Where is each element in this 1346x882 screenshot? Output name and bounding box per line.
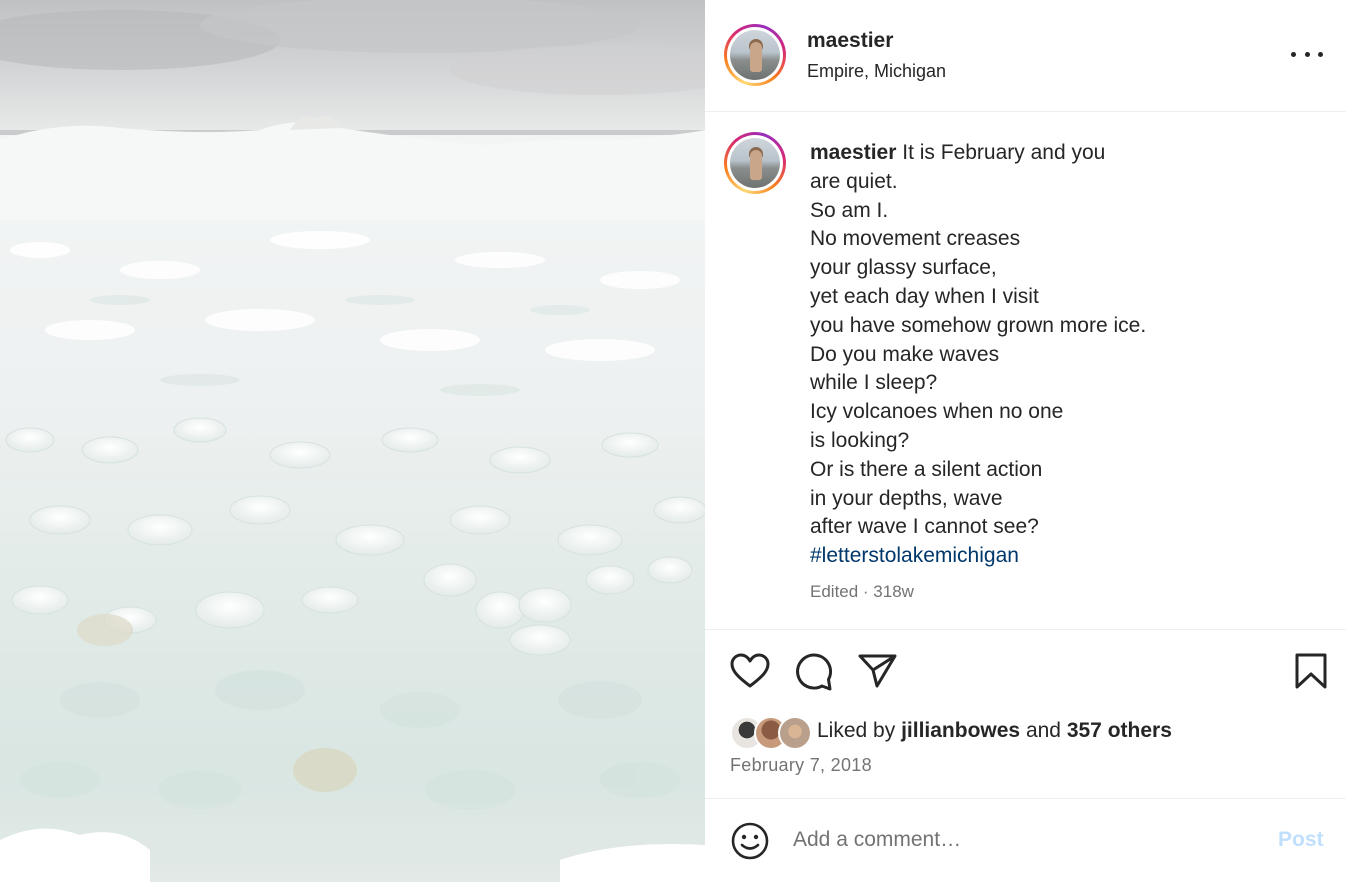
caption-line: is looking?: [810, 428, 910, 452]
author-username[interactable]: maestier: [807, 29, 893, 53]
actions-section: Liked by jillianbowes and 357 others Feb…: [705, 630, 1346, 799]
caption-line: after wave I cannot see?: [810, 515, 1039, 539]
caption-first-line: maestier It is February and you: [810, 141, 1106, 164]
caption-line: while I sleep?: [810, 371, 938, 395]
caption-line: are quiet.: [810, 169, 898, 193]
comment-bubble-icon[interactable]: [794, 652, 834, 692]
author-avatar[interactable]: [724, 24, 786, 86]
caption-author-avatar[interactable]: [724, 132, 786, 194]
caption-line: Or is there a silent action: [810, 457, 1043, 481]
likes-count-link[interactable]: 357 others: [1067, 719, 1172, 742]
post-header: maestier Empire, Michigan: [705, 0, 1346, 112]
caption-line: Icy volcanoes when no one: [810, 400, 1064, 424]
comment-bar: Post: [705, 799, 1346, 882]
liked-by-text: Liked by jillianbowes and 357 others: [817, 719, 1172, 742]
caption-line: yet each day when I visit: [810, 284, 1039, 308]
liked-by-user-link[interactable]: jillianbowes: [901, 719, 1020, 742]
bookmark-icon[interactable]: [1294, 652, 1328, 690]
caption-line: your glassy surface,: [810, 256, 997, 280]
post-meta: Edited · 318w: [810, 582, 914, 601]
post-photo[interactable]: [0, 0, 705, 882]
paper-plane-icon[interactable]: [858, 653, 898, 689]
emoji-smile-icon[interactable]: [730, 821, 770, 861]
hashtag-link[interactable]: #letterstolakemichigan: [810, 544, 1019, 567]
caption-text: maestier It is February and you are quie…: [810, 139, 1310, 571]
caption-username[interactable]: maestier: [810, 141, 896, 164]
caption-line: So am I.: [810, 198, 889, 222]
post-date[interactable]: February 7, 2018: [730, 755, 872, 776]
heart-icon[interactable]: [730, 653, 770, 689]
more-options-icon[interactable]: [1291, 44, 1323, 64]
post-location[interactable]: Empire, Michigan: [807, 61, 946, 82]
frozen-lake-image: [0, 0, 705, 882]
caption-line: Do you make waves: [810, 342, 1000, 366]
caption-section: maestier It is February and you are quie…: [705, 112, 1346, 630]
comment-input[interactable]: [793, 825, 1233, 855]
post-comment-button[interactable]: Post: [1278, 828, 1324, 852]
post-detail-panel: maestier Empire, Michigan maestier It is…: [705, 0, 1346, 882]
caption-line: you have somehow grown more ice.: [810, 313, 1147, 337]
liker-avatar[interactable]: [778, 716, 812, 750]
caption-line: in your depths, wave: [810, 486, 1003, 510]
caption-line: No movement creases: [810, 227, 1021, 251]
